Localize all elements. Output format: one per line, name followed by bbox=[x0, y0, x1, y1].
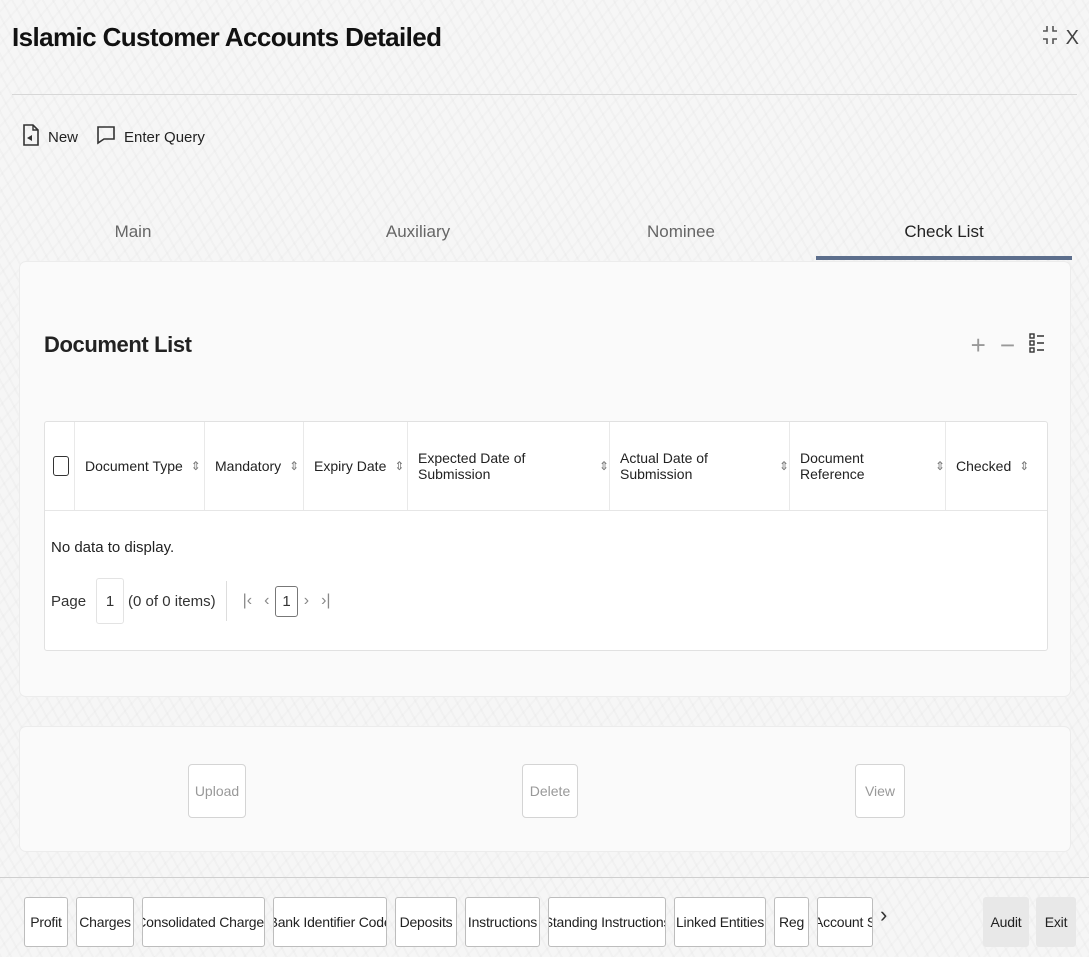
column-label: Mandatory bbox=[215, 458, 282, 474]
column-actual-date[interactable]: Actual Date of Submission ⇕ bbox=[610, 422, 790, 510]
consolidated-charges-button[interactable]: Consolidated Charges bbox=[142, 897, 265, 947]
new-label: New bbox=[48, 128, 79, 146]
column-expected-date[interactable]: Expected Date of Submission ⇕ bbox=[408, 422, 610, 510]
sort-icon[interactable]: ⇕ bbox=[935, 459, 945, 473]
current-page-button[interactable]: 1 bbox=[275, 585, 298, 617]
column-label: Expected Date of Submission bbox=[418, 450, 526, 482]
sort-icon[interactable]: ⇕ bbox=[1019, 459, 1029, 473]
title-divider bbox=[12, 94, 1077, 95]
close-icon[interactable]: X bbox=[1066, 27, 1079, 50]
bank-identifier-code-button[interactable]: Bank Identifier Code bbox=[273, 897, 387, 947]
document-list-title: Document List bbox=[44, 332, 192, 357]
linked-entities-button[interactable]: Linked Entities bbox=[674, 897, 766, 947]
column-checked[interactable]: Checked ⇕ bbox=[946, 422, 1047, 510]
tab-main[interactable]: Main bbox=[20, 206, 246, 258]
delete-button[interactable]: Delete bbox=[522, 764, 578, 818]
column-expiry-date[interactable]: Expiry Date ⇕ bbox=[304, 422, 408, 510]
column-label: Document Reference bbox=[800, 450, 865, 482]
table-header: Document Type ⇕ Mandatory ⇕ Expiry Date … bbox=[45, 422, 1047, 511]
page-label: Page bbox=[51, 592, 87, 610]
sort-icon[interactable]: ⇕ bbox=[599, 459, 609, 473]
pagination: Page 1 (0 of 0 items) |‹ ‹ 1 › ›| bbox=[51, 578, 337, 624]
window-title: Islamic Customer Accounts Detailed bbox=[12, 22, 442, 52]
tab-bar: Main Auxiliary Nominee Check List bbox=[20, 206, 1072, 260]
last-page-icon[interactable]: ›| bbox=[315, 592, 336, 610]
new-button[interactable]: New bbox=[22, 124, 78, 150]
deposits-button[interactable]: Deposits bbox=[395, 897, 457, 947]
profit-button[interactable]: Profit bbox=[24, 897, 68, 947]
column-label: Actual Date of Submission bbox=[620, 450, 708, 482]
add-row-icon[interactable]: + bbox=[971, 330, 986, 361]
page-number-input[interactable]: 1 bbox=[96, 578, 125, 624]
scroll-right-icon[interactable]: › bbox=[880, 902, 887, 928]
pager-divider bbox=[225, 581, 227, 621]
sort-icon[interactable]: ⇕ bbox=[394, 459, 404, 473]
reg-button[interactable]: Reg bbox=[774, 897, 809, 947]
column-label: Checked bbox=[956, 458, 1012, 474]
remove-row-icon[interactable]: − bbox=[1000, 330, 1015, 361]
window-controls: X bbox=[1042, 24, 1079, 52]
column-label: Expiry Date bbox=[314, 458, 387, 474]
sort-icon[interactable]: ⇕ bbox=[779, 459, 789, 473]
tab-nominee[interactable]: Nominee bbox=[560, 206, 802, 258]
standing-instructions-button[interactable]: Standing Instructions bbox=[548, 897, 666, 947]
enter-query-button[interactable]: Enter Query bbox=[96, 125, 205, 149]
sort-icon[interactable]: ⇕ bbox=[191, 459, 201, 473]
first-page-icon[interactable]: |‹ bbox=[237, 592, 258, 610]
toolbar: New Enter Query bbox=[22, 124, 205, 150]
previous-page-icon[interactable]: ‹ bbox=[258, 592, 275, 610]
column-mandatory[interactable]: Mandatory ⇕ bbox=[205, 422, 304, 510]
enter-query-label: Enter Query bbox=[124, 128, 205, 146]
tab-auxiliary[interactable]: Auxiliary bbox=[284, 206, 552, 258]
new-document-icon bbox=[22, 124, 40, 150]
select-all-cell bbox=[45, 422, 75, 510]
account-statement-button[interactable]: Account S bbox=[817, 897, 873, 947]
minimize-icon[interactable] bbox=[1042, 24, 1058, 52]
column-document-reference[interactable]: Document Reference ⇕ bbox=[790, 422, 946, 510]
view-button[interactable]: View bbox=[855, 764, 905, 818]
audit-button[interactable]: Audit bbox=[983, 897, 1029, 947]
single-record-view-icon[interactable] bbox=[1029, 330, 1045, 361]
next-page-icon[interactable]: › bbox=[298, 592, 315, 610]
document-list-table: Document Type ⇕ Mandatory ⇕ Expiry Date … bbox=[44, 421, 1048, 651]
column-document-type[interactable]: Document Type ⇕ bbox=[75, 422, 205, 510]
select-all-checkbox[interactable] bbox=[53, 456, 69, 476]
query-icon bbox=[96, 125, 116, 149]
items-count: (0 of 0 items) bbox=[128, 592, 216, 610]
upload-button[interactable]: Upload bbox=[188, 764, 246, 818]
footer-divider bbox=[0, 877, 1089, 878]
tab-check-list[interactable]: Check List bbox=[816, 206, 1072, 260]
sort-icon[interactable]: ⇕ bbox=[289, 459, 299, 473]
grid-tools: + − bbox=[971, 330, 1045, 361]
exit-button[interactable]: Exit bbox=[1036, 897, 1076, 947]
empty-message: No data to display. bbox=[51, 539, 175, 556]
instructions-button[interactable]: Instructions bbox=[465, 897, 540, 947]
charges-button[interactable]: Charges bbox=[76, 897, 134, 947]
column-label: Document Type bbox=[85, 458, 183, 474]
